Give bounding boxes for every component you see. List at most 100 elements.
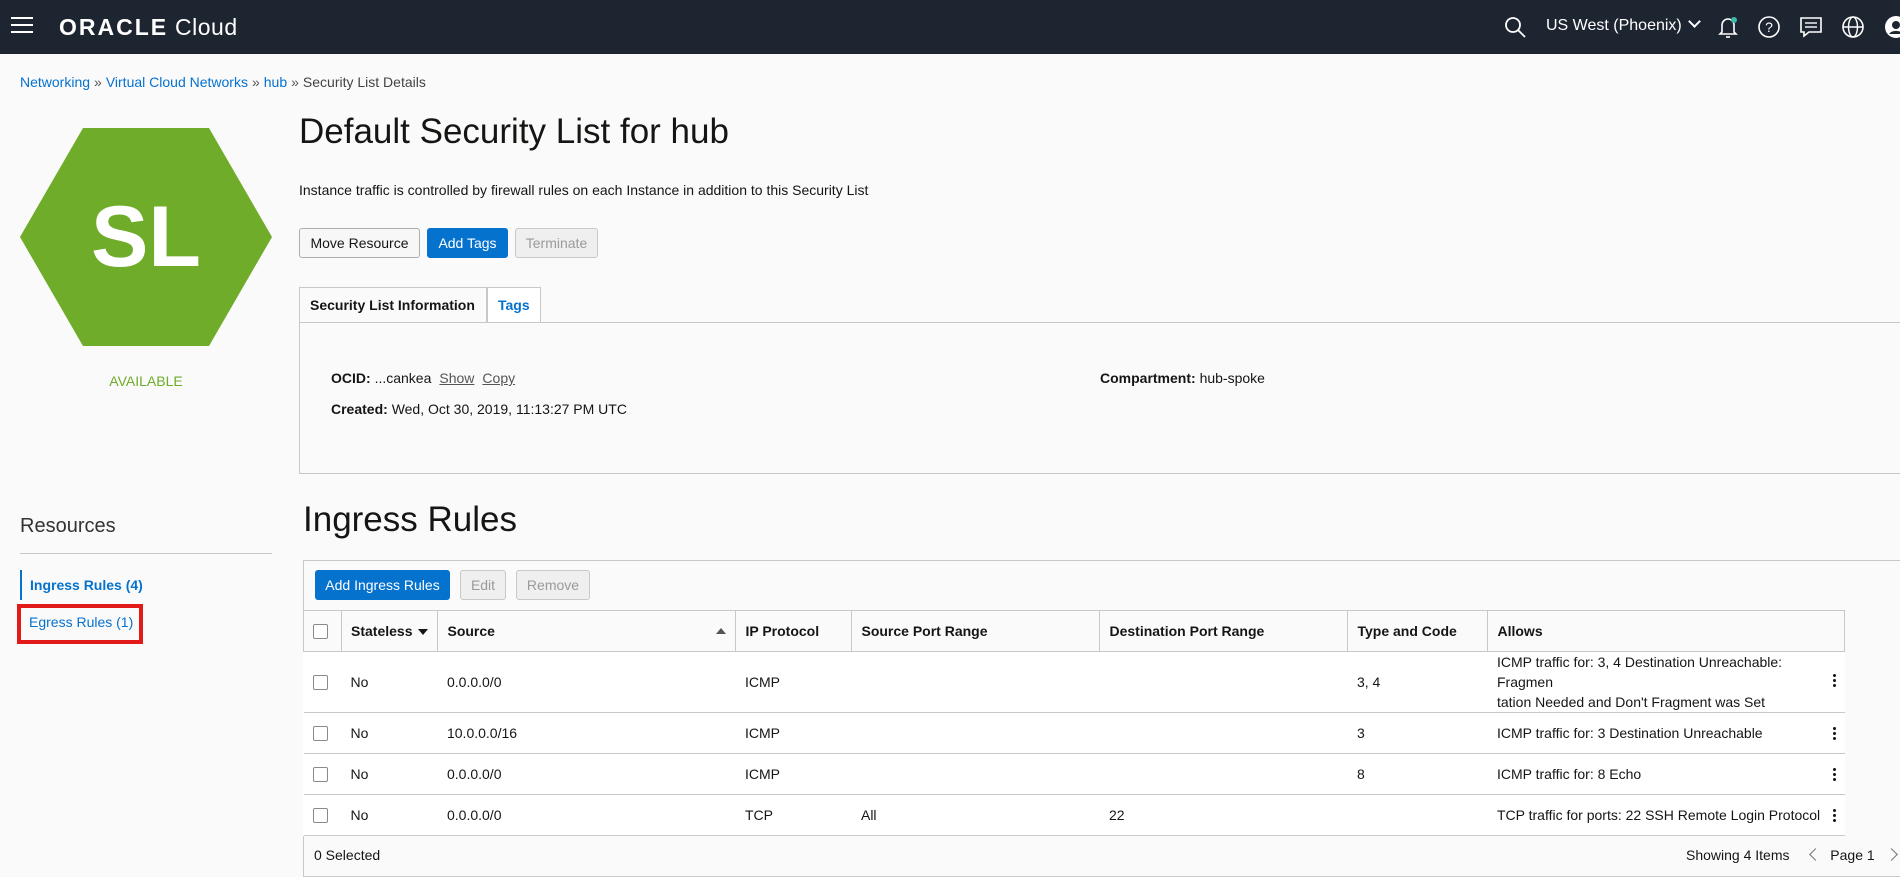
cell-source: 10.0.0.0/16 <box>437 712 736 754</box>
row-checkbox[interactable] <box>312 726 328 742</box>
row-actions-icon[interactable] <box>1825 725 1845 742</box>
cell-protocol: ICMP <box>735 712 852 754</box>
column-source-port-range[interactable]: Source Port Range <box>851 610 1101 652</box>
status-badge: AVAILABLE <box>109 373 183 389</box>
cell-allows: ICMP traffic for: 3 Destination Unreacha… <box>1487 712 1845 754</box>
cell-protocol: TCP <box>735 794 852 836</box>
pagination: Showing 4 Items Page 1 <box>1686 847 1898 863</box>
row-checkbox[interactable] <box>312 675 328 691</box>
sidebar-item-ingress-rules[interactable]: Ingress Rules (4) <box>20 570 143 600</box>
sort-asc-icon <box>716 628 727 634</box>
top-navigation-bar: ORACLE Cloud US West (Phoenix) ? <box>0 0 1900 54</box>
cell-stateless: No <box>341 712 438 754</box>
breadcrumb-networking[interactable]: Networking <box>20 74 90 90</box>
ocid-show-link[interactable]: Show <box>439 370 474 386</box>
breadcrumb-current: Security List Details <box>302 74 426 90</box>
cell-stateless: No <box>341 794 438 836</box>
add-tags-button[interactable]: Add Tags <box>427 228 508 258</box>
ingress-rules-table: Stateless Source IP Protocol Source Port… <box>303 610 1846 836</box>
previous-page-icon[interactable] <box>1809 848 1823 861</box>
table-row: No 10.0.0.0/16 ICMP 3 ICMP traffic for: … <box>303 712 1845 754</box>
cell-type-code: 8 <box>1347 753 1488 795</box>
cell-source: 0.0.0.0/0 <box>437 753 736 795</box>
row-checkbox[interactable] <box>312 808 328 824</box>
cell-type-code: 3 <box>1347 712 1488 754</box>
cell-dst-port <box>1099 712 1348 754</box>
created-value: Wed, Oct 30, 2019, 11:13:27 PM UTC <box>391 401 627 417</box>
page-title: Default Security List for hub <box>299 112 729 151</box>
move-resource-button[interactable]: Move Resource <box>299 228 420 258</box>
search-icon[interactable] <box>1503 15 1527 39</box>
next-page-icon[interactable] <box>1884 848 1898 861</box>
chat-icon[interactable] <box>1799 15 1823 39</box>
select-all-checkbox[interactable] <box>313 624 328 640</box>
compartment-row: Compartment: hub-spoke <box>1100 370 1265 386</box>
cell-src-port <box>851 753 1100 795</box>
column-type-and-code[interactable]: Type and Code <box>1347 610 1489 652</box>
column-destination-port-range[interactable]: Destination Port Range <box>1099 610 1349 652</box>
sort-desc-icon <box>418 629 429 636</box>
tab-tags[interactable]: Tags <box>487 287 541 323</box>
cell-src-port <box>851 651 1100 713</box>
cell-dst-port <box>1099 753 1348 795</box>
ocid-copy-link[interactable]: Copy <box>482 370 515 386</box>
column-stateless[interactable]: Stateless <box>340 610 439 652</box>
column-ip-protocol[interactable]: IP Protocol <box>735 610 853 652</box>
page-number: Page 1 <box>1830 847 1875 863</box>
security-list-hexagon-icon: SL <box>20 128 272 346</box>
edit-button[interactable]: Edit <box>460 570 506 600</box>
ingress-rules-title: Ingress Rules <box>303 500 517 539</box>
table-row: No 0.0.0.0/0 ICMP 3, 4 ICMP traffic for:… <box>303 651 1845 713</box>
column-allows[interactable]: Allows <box>1487 610 1846 652</box>
cell-protocol: ICMP <box>735 753 852 795</box>
cell-type-code: 3, 4 <box>1347 651 1488 713</box>
cell-protocol: ICMP <box>735 651 852 713</box>
cell-stateless: No <box>341 651 438 713</box>
cell-src-port <box>851 712 1100 754</box>
remove-button[interactable]: Remove <box>516 570 590 600</box>
select-all-header <box>303 610 342 652</box>
breadcrumb-virtual-cloud-networks[interactable]: Virtual Cloud Networks <box>106 74 248 90</box>
cell-type-code <box>1347 794 1488 836</box>
resources-divider <box>20 553 272 554</box>
svg-text:?: ? <box>1765 19 1773 35</box>
page-description: Instance traffic is controlled by firewa… <box>299 182 869 198</box>
row-actions-icon[interactable] <box>1825 672 1845 689</box>
bell-icon[interactable] <box>1716 15 1740 39</box>
breadcrumb: Networking» Virtual Cloud Networks» hub» Se… <box>20 74 426 90</box>
cell-dst-port <box>1099 651 1348 713</box>
add-ingress-rules-button[interactable]: Add Ingress Rules <box>315 570 450 600</box>
cell-allows: ICMP traffic for: 8 Echo <box>1487 753 1845 795</box>
cell-stateless: No <box>341 753 438 795</box>
column-source[interactable]: Source <box>437 610 737 652</box>
cell-src-port: All <box>851 794 1100 836</box>
table-row: No 0.0.0.0/0 TCP All 22 TCP traffic for … <box>303 794 1845 836</box>
oracle-cloud-logo[interactable]: ORACLE Cloud <box>59 14 238 41</box>
table-header-row: Stateless Source IP Protocol Source Port… <box>303 610 1846 652</box>
showing-count: Showing 4 Items <box>1686 847 1790 863</box>
cell-source: 0.0.0.0/0 <box>437 651 736 713</box>
ocid-row: OCID: ...cankea Show Copy <box>331 370 516 386</box>
security-list-info-panel <box>299 322 1900 474</box>
tab-security-list-information[interactable]: Security List Information <box>299 287 487 324</box>
compartment-value: hub-spoke <box>1199 370 1265 386</box>
cell-source: 0.0.0.0/0 <box>437 794 736 836</box>
cell-dst-port: 22 <box>1099 794 1348 836</box>
table-row: No 0.0.0.0/0 ICMP 8 ICMP traffic for: 8 … <box>303 753 1845 795</box>
help-icon[interactable]: ? <box>1757 15 1781 39</box>
menu-icon[interactable] <box>11 17 33 37</box>
profile-icon[interactable] <box>1884 15 1900 39</box>
cell-allows: TCP traffic for ports: 22 SSH Remote Log… <box>1487 794 1845 836</box>
row-actions-icon[interactable] <box>1825 766 1845 783</box>
row-actions-icon[interactable] <box>1825 807 1845 824</box>
chevron-down-icon <box>1687 15 1701 28</box>
region-selector[interactable]: US West (Phoenix) <box>1546 15 1701 35</box>
row-checkbox[interactable] <box>312 767 328 783</box>
ocid-value: ...cankea <box>374 370 432 386</box>
resources-heading: Resources <box>20 515 116 537</box>
breadcrumb-hub[interactable]: hub <box>264 74 287 90</box>
terminate-button[interactable]: Terminate <box>515 228 598 258</box>
globe-icon[interactable] <box>1841 15 1865 39</box>
created-row: Created: Wed, Oct 30, 2019, 11:13:27 PM … <box>331 401 627 417</box>
egress-rules-highlight <box>17 604 143 644</box>
